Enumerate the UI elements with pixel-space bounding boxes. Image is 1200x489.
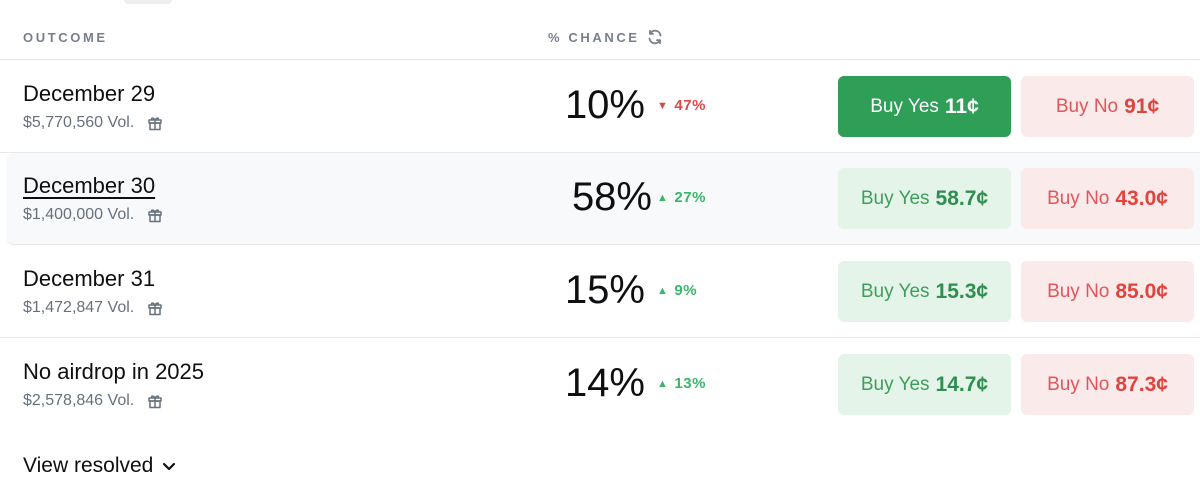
buy-no-button[interactable]: Buy No 43.0¢ [1021, 168, 1194, 229]
chance-change-value: 27% [674, 189, 706, 206]
buy-no-price: 43.0¢ [1115, 186, 1168, 210]
gift-icon [148, 302, 162, 316]
outcome-volume: $2,578,846 Vol. [23, 392, 135, 409]
outcome-chance: 14% [564, 361, 645, 405]
outcome-name[interactable]: December 31 [23, 266, 155, 292]
refresh-icon[interactable] [647, 29, 663, 45]
chance-change: ▲ 27% [657, 189, 706, 206]
buy-yes-label: Buy Yes [860, 280, 930, 302]
buy-yes-price: 14.7¢ [935, 372, 989, 396]
buy-yes-label: Buy Yes [860, 373, 930, 395]
outcome-column-header: OUTCOME [23, 30, 108, 45]
table-header: OUTCOME % CHANCE [0, 0, 1200, 60]
outcome-volume: $1,400,000 Vol. [23, 206, 135, 223]
buy-no-price: 85.0¢ [1115, 279, 1168, 303]
buy-yes-label: Buy Yes [870, 95, 939, 117]
outcome-row[interactable]: No airdrop in 2025 $2,578,846 Vol. 14% ▲… [0, 339, 1200, 431]
outcome-volume: $1,472,847 Vol. [23, 299, 135, 316]
triangle-down-icon: ▼ [657, 100, 669, 112]
buy-yes-button[interactable]: Buy Yes 14.7¢ [838, 354, 1011, 415]
buy-yes-button[interactable]: Buy Yes 15.3¢ [838, 261, 1011, 322]
buy-no-label: Buy No [1055, 95, 1119, 117]
outcome-name[interactable]: December 30 [23, 173, 155, 199]
buy-no-button[interactable]: Buy No 85.0¢ [1021, 261, 1194, 322]
outcome-chance: 58% [571, 175, 652, 219]
buy-no-price: 91¢ [1124, 94, 1160, 118]
gift-icon [148, 117, 162, 131]
buy-yes-button[interactable]: Buy Yes 11¢ [838, 76, 1011, 137]
chance-change-value: 47% [674, 97, 706, 114]
buy-no-label: Buy No [1047, 280, 1110, 302]
triangle-up-icon: ▲ [657, 285, 669, 297]
chance-change: ▲ 9% [657, 282, 697, 299]
buy-no-label: Buy No [1047, 373, 1110, 395]
buy-no-label: Buy No [1047, 187, 1110, 209]
buy-no-button[interactable]: Buy No 87.3¢ [1021, 354, 1194, 415]
outcome-chance: 10% [564, 83, 645, 127]
chance-change: ▲ 13% [657, 375, 706, 392]
chance-column-header: % CHANCE [548, 30, 640, 45]
buy-no-price: 87.3¢ [1115, 372, 1168, 396]
chance-change: ▼ 47% [657, 97, 706, 114]
buy-yes-price: 11¢ [944, 94, 979, 118]
chance-change-value: 9% [674, 282, 698, 299]
view-resolved-button[interactable]: View resolved [23, 454, 177, 478]
view-resolved-label: View resolved [23, 454, 154, 477]
buy-yes-price: 58.7¢ [935, 186, 989, 210]
chance-change-value: 13% [674, 375, 706, 392]
buy-no-button[interactable]: Buy No 91¢ [1021, 76, 1194, 137]
outcome-volume: $5,770,560 Vol. [23, 114, 135, 131]
gift-icon [148, 395, 162, 409]
chevron-down-icon [163, 462, 176, 471]
outcome-name[interactable]: December 29 [23, 81, 155, 107]
outcome-chance: 15% [564, 268, 645, 312]
buy-yes-button[interactable]: Buy Yes 58.7¢ [838, 168, 1011, 229]
market-outcomes-table: OUTCOME % CHANCE December 29 $5,770,560 … [0, 0, 1200, 489]
outcome-name[interactable]: No airdrop in 2025 [23, 359, 204, 385]
outcome-row[interactable]: December 29 $5,770,560 Vol. 10% ▼ 47% Buy… [0, 61, 1200, 153]
buy-yes-label: Buy Yes [860, 187, 930, 209]
gift-icon [148, 209, 162, 223]
triangle-up-icon: ▲ [657, 378, 669, 390]
triangle-up-icon: ▲ [657, 192, 669, 204]
outcome-row[interactable]: December 30 $1,400,000 Vol. 58% ▲ 27% Buy… [7, 153, 1200, 245]
outcome-row[interactable]: December 31 $1,472,847 Vol. 15% ▲ 9% Buy … [0, 246, 1200, 338]
buy-yes-price: 15.3¢ [935, 279, 989, 303]
